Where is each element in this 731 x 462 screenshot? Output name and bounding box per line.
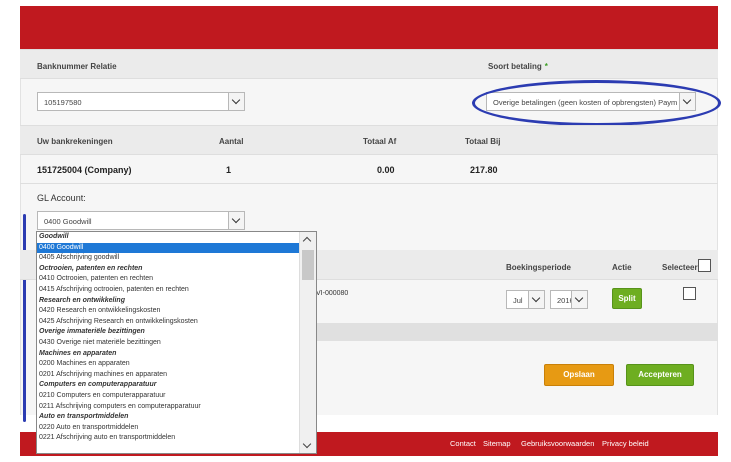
chevron-down-icon[interactable]	[228, 93, 244, 110]
month-select[interactable]: Jul	[506, 290, 545, 309]
dropdown-group-label: Research en ontwikkeling	[39, 296, 125, 304]
dropdown-group-label: Auto en transportmiddelen	[39, 413, 129, 421]
divider	[20, 183, 718, 184]
totaal-bij-cell: 217.80	[470, 165, 498, 175]
soort-betaling-label: Soort betaling *	[488, 62, 548, 71]
row-select-checkbox[interactable]	[683, 287, 696, 300]
banknummer-select-value: 105197580	[44, 98, 82, 107]
dropdown-group-label: Overige immateriële bezittingen	[39, 328, 145, 336]
top-header-bar	[20, 6, 718, 49]
dropdown-option[interactable]: 0211 Afschrijving computers en computera…	[37, 402, 299, 413]
dropdown-group-label: Machines en apparaten	[39, 349, 117, 357]
opslaan-button[interactable]: Opslaan	[544, 364, 614, 386]
split-button[interactable]: Split	[612, 288, 642, 309]
account-name-cell: 151725004 (Company)	[37, 165, 132, 175]
chevron-down-icon[interactable]	[228, 212, 244, 229]
scrollbar-thumb[interactable]	[302, 250, 314, 280]
dropdown-option[interactable]: 0420 Research en ontwikkelingskosten	[37, 306, 299, 317]
dropdown-option[interactable]: 0405 Afschrijving goodwill	[37, 253, 299, 264]
footer-link-privacy[interactable]: Privacy beleid	[602, 439, 649, 448]
accepteren-button[interactable]: Accepteren	[626, 364, 694, 386]
dropdown-group-label: Octrooien, patenten en rechten	[39, 264, 143, 272]
col-header-selecteer: Selecteer	[662, 263, 698, 272]
dropdown-scrollbar[interactable]	[299, 232, 316, 453]
dropdown-group-label: Computers en computerapparatuur	[39, 381, 157, 389]
footer-link-gebruiksvoorwaarden[interactable]: Gebruiksvoorwaarden	[521, 439, 594, 448]
page: Banknummer Relatie Soort betaling * 10519…	[0, 0, 731, 462]
transaction-reference: VI-000080	[316, 290, 349, 297]
soort-betaling-text: Soort betaling	[488, 62, 542, 71]
banknummer-select[interactable]: 105197580	[37, 92, 245, 111]
footer-link-sitemap[interactable]: Sitemap	[483, 439, 511, 448]
dropdown-option[interactable]: 0410 Octrooien, patenten en rechten	[37, 274, 299, 285]
relatie-header-row	[20, 49, 718, 79]
required-marker: *	[544, 62, 548, 71]
dropdown-option[interactable]: 0220 Auto en transportmiddelen	[37, 423, 299, 434]
gl-account-label: GL Account:	[37, 193, 86, 203]
col-header-aantal: Aantal	[219, 137, 244, 146]
dropdown-option[interactable]: 0201 Afschrijving machines en apparaten	[37, 370, 299, 381]
footer-link-contact[interactable]: Contact	[450, 439, 476, 448]
scroll-down-arrow-icon[interactable]	[302, 439, 312, 449]
annotation-vertical-line	[23, 214, 26, 422]
gl-account-select-value: 0400 Goodwill	[44, 217, 92, 226]
banknummer-label: Banknummer Relatie	[37, 62, 117, 71]
chevron-down-icon[interactable]	[571, 291, 587, 308]
col-header-totaal-bij: Totaal Bij	[465, 137, 501, 146]
dropdown-option[interactable]: 0415 Afschrijving octrooien, patenten en…	[37, 285, 299, 296]
col-header-bankrekeningen: Uw bankrekeningen	[37, 137, 113, 146]
dropdown-option[interactable]: 0400 Goodwill	[37, 242, 299, 254]
transactions-footer-bar	[316, 323, 718, 341]
dropdown-options: Goodwill 0400 Goodwill 0405 Afschrijving g…	[37, 232, 299, 444]
dropdown-option[interactable]: 0200 Machines en apparaten	[37, 359, 299, 370]
col-header-totaal-af: Totaal Af	[363, 137, 397, 146]
scroll-up-arrow-icon[interactable]	[302, 236, 312, 246]
aantal-cell: 1	[226, 165, 232, 175]
year-select[interactable]: 2016	[550, 290, 588, 309]
chevron-down-icon[interactable]	[528, 291, 544, 308]
dropdown-option[interactable]: 0210 Computers en computerapparatuur	[37, 391, 299, 402]
annotation-ellipse	[472, 80, 721, 126]
select-all-checkbox[interactable]	[698, 259, 711, 272]
col-header-actie: Actie	[612, 263, 632, 272]
dropdown-option[interactable]: 0425 Afschrijving Research en ontwikkeli…	[37, 317, 299, 328]
totaal-af-cell: 0.00	[377, 165, 395, 175]
gl-account-select[interactable]: 0400 Goodwill	[37, 211, 245, 230]
dropdown-group-label: Goodwill	[39, 233, 69, 240]
dropdown-option[interactable]: 0430 Overige niet materiële bezittingen	[37, 338, 299, 349]
col-header-boekingsperiode: Boekingsperiode	[506, 263, 571, 272]
gl-account-dropdown-list[interactable]: Goodwill 0400 Goodwill 0405 Afschrijving g…	[36, 231, 317, 454]
dropdown-option[interactable]: 0221 Afschrijving auto en transportmidde…	[37, 433, 299, 444]
month-select-value: Jul	[513, 296, 523, 305]
